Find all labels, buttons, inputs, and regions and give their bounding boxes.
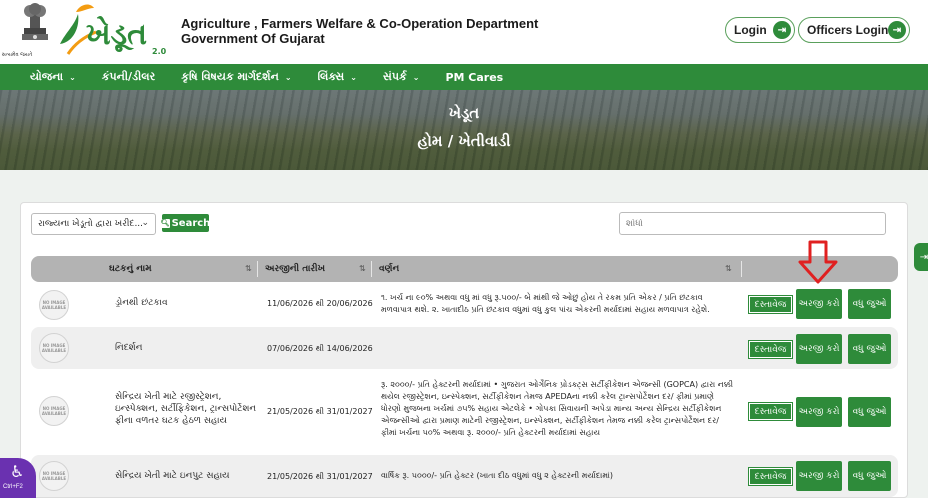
officers-login-button[interactable]: Officers Login ⇥ (798, 17, 910, 43)
apply-button[interactable]: અરજી કરો (796, 289, 842, 319)
department-line2: Government Of Gujarat (181, 31, 325, 46)
table-row: NO IMAGE AVAILABLE સેન્દ્રિય ખેતી માટે ર… (31, 371, 898, 455)
search-input[interactable] (619, 212, 886, 235)
no-image-placeholder: NO IMAGE AVAILABLE (39, 396, 69, 426)
accessibility-shortcut: Ctrl+F2 (3, 484, 23, 490)
table-header: ઘટકનું નામ ⇅ અરજીની તારીખ ⇅ વર્ણન ⇅ (31, 256, 898, 282)
description: વાર્ષિક રૂ. ૫૦૦૦/- પ્રતિ હેક્ટર (ખાતા દી… (381, 471, 614, 480)
view-more-button[interactable]: વધુ જુઓ (848, 289, 891, 319)
accessibility-button[interactable]: ♿︎ Ctrl+F2 (0, 458, 36, 498)
component-name: સેન્દ્રિય ખેતી માટે રજીસ્ટ્રેશન, ઇન્સ્પે… (115, 392, 257, 426)
column-header-name[interactable]: ઘટકનું નામ (109, 256, 152, 282)
application-date: 07/06/2026 થી 14/06/2026 (267, 344, 373, 353)
officers-login-label: Officers Login (807, 23, 889, 37)
table-row: NO IMAGE AVAILABLE સેન્દ્રિય ખેતી માટે ઇ… (31, 455, 898, 497)
no-image-placeholder: NO IMAGE AVAILABLE (39, 290, 69, 320)
table-row: NO IMAGE AVAILABLE નિદર્શન 07/06/2026 થી… (31, 327, 898, 369)
no-image-placeholder: NO IMAGE AVAILABLE (39, 461, 69, 491)
login-icon: ⇥ (919, 251, 928, 263)
apply-button[interactable]: અરજી કરો (796, 461, 842, 491)
column-header-description[interactable]: વર્ણન (379, 256, 399, 282)
view-more-button[interactable]: વધુ જુઓ (848, 461, 891, 491)
table-row: NO IMAGE AVAILABLE ડ્રોનથી છંટકાવ 11/06/… (31, 284, 898, 326)
login-icon: ⇥ (888, 21, 906, 39)
nav-item-schemes[interactable]: યોજના ⌄ (30, 70, 76, 84)
apply-button[interactable]: અરજી કરો (796, 334, 842, 364)
department-line1: Agriculture , Farmers Welfare & Co-Opera… (181, 16, 539, 31)
documents-button[interactable]: દસ્તાવેજ (748, 295, 793, 314)
nav-item-company-dealer[interactable]: કંપની/ડીલર (102, 70, 155, 84)
site-header: સત્યમેવ જયતે ખેડૂત 2.0 Agriculture , Far… (0, 0, 928, 64)
chevron-down-icon: ⌄ (412, 72, 420, 82)
nav-item-pm-cares[interactable]: PM Cares (445, 71, 503, 84)
nav-item-contact[interactable]: સંપર્ક ⌄ (383, 70, 420, 84)
chevron-down-icon: ⌄ (284, 72, 292, 82)
search-button[interactable]: 🔍︎ Search (160, 214, 210, 232)
nav-item-agri-guidance[interactable]: કૃષિ વિષયક માર્ગદર્શન ⌄ (181, 70, 291, 84)
arrow-down-icon (798, 240, 838, 284)
emblem-caption: સત્યમેવ જયતે (1, 52, 33, 58)
column-header-date[interactable]: અરજીની તારીખ (265, 256, 325, 282)
breadcrumb[interactable]: હોમ / ખેતીવાડી (0, 132, 928, 150)
feedback-side-tab[interactable]: ⇥ (914, 243, 928, 271)
schemes-panel: રાજ્યના ખેડૂતો દ્વારા ખરીદ... ⌄ 🔍︎ Searc… (20, 202, 908, 498)
login-button[interactable]: Login ⇥ (725, 17, 795, 43)
application-date: 21/05/2026 થી 31/01/2027 (267, 472, 373, 481)
scheme-category-select[interactable]: રાજ્યના ખેડૂતો દ્વારા ખરીદ... ⌄ (31, 213, 156, 235)
page-banner: ખેડૂત હોમ / ખેતીવાડી (0, 90, 928, 170)
sort-icon[interactable]: ⇅ (245, 264, 252, 273)
main-nav: યોજના ⌄ કંપની/ડીલર કૃષિ વિષયક માર્ગદર્શન ⌄… (0, 64, 928, 90)
description: ૧. ખર્ચ ના ૯૦% અથવા વધુ માં વધુ રૂ.૫૦૦/-… (381, 293, 710, 314)
description: રૂ. ૨૦૦૦/- પ્રતિ હેક્ટરની મર્યાદામાં • ગ… (381, 380, 734, 437)
accessibility-icon: ♿︎ (10, 462, 25, 481)
sort-icon[interactable]: ⇅ (359, 264, 366, 273)
svg-text:2.0: 2.0 (152, 47, 167, 56)
application-date: 11/06/2026 થી 20/06/2026 (267, 299, 373, 308)
sort-icon[interactable]: ⇅ (725, 264, 732, 273)
documents-button[interactable]: દસ્તાવેજ (748, 467, 793, 486)
apply-button[interactable]: અરજી કરો (796, 397, 842, 427)
login-label: Login (734, 23, 767, 37)
chevron-down-icon: ⌄ (69, 72, 76, 82)
svg-text:ખેડૂત: ખેડૂત (86, 16, 147, 53)
documents-button[interactable]: દસ્તાવેજ (748, 402, 793, 421)
scheme-category-value: રાજ્યના ખેડૂતો દ્વારા ખરીદ... (38, 219, 144, 229)
khedut-logo[interactable]: ખેડૂત 2.0 (56, 2, 168, 58)
view-more-button[interactable]: વધુ જુઓ (848, 397, 891, 427)
no-image-placeholder: NO IMAGE AVAILABLE (39, 333, 69, 363)
documents-button[interactable]: દસ્તાવેજ (748, 340, 793, 359)
banner-title: ખેડૂત (448, 104, 480, 122)
login-icon: ⇥ (773, 21, 791, 39)
search-icon: 🔍︎ (160, 218, 170, 228)
component-name: નિદર્શન (115, 343, 143, 353)
component-name: સેન્દ્રિય ખેતી માટે ઇનપુટ સહાય (115, 471, 230, 481)
department-name: Agriculture , Farmers Welfare & Co-Opera… (181, 16, 538, 46)
nav-item-links[interactable]: લિંક્સ ⌄ (318, 70, 357, 84)
state-emblem-icon (22, 3, 48, 40)
view-more-button[interactable]: વધુ જુઓ (848, 334, 891, 364)
chevron-down-icon: ⌄ (350, 72, 357, 82)
component-name: ડ્રોનથી છંટકાવ (115, 298, 168, 308)
chevron-down-icon: ⌄ (141, 218, 149, 228)
application-date: 21/05/2026 થી 31/01/2027 (267, 407, 373, 416)
